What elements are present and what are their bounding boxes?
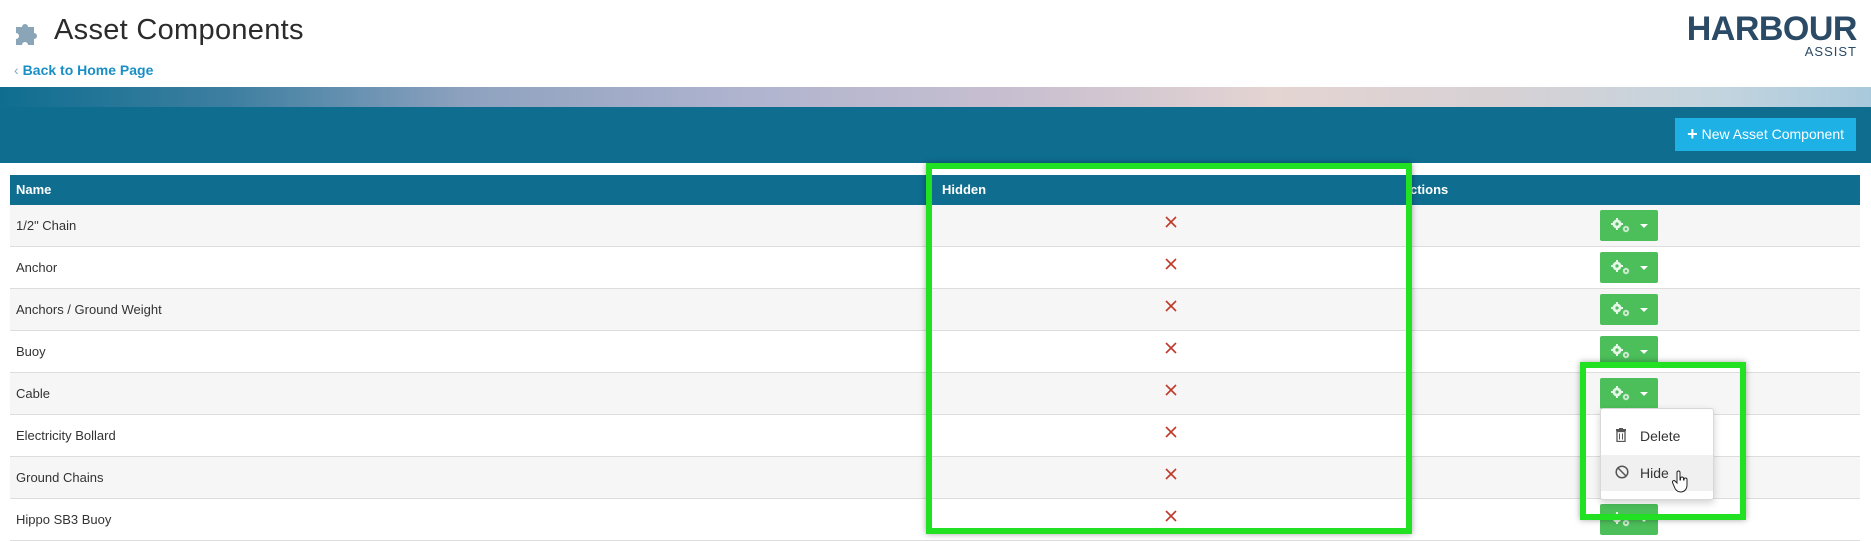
new-asset-component-button[interactable]: + New Asset Component xyxy=(1675,118,1856,151)
menu-item-hide[interactable]: Hide xyxy=(1601,455,1713,491)
table-row: Ground Chains xyxy=(10,457,1860,499)
x-mark-icon xyxy=(1164,215,1178,235)
table-body: 1/2" Chain Anchor Anchors / Ground Weight B… xyxy=(10,205,1860,541)
gears-icon xyxy=(1611,260,1630,275)
puzzle-icon xyxy=(16,24,37,45)
gears-icon xyxy=(1611,218,1630,233)
cell-name: Buoy xyxy=(16,344,46,359)
table-row: Anchor xyxy=(10,247,1860,289)
column-header-hidden[interactable]: Hidden xyxy=(942,175,986,205)
back-link-label: Back to Home Page xyxy=(22,62,154,78)
gears-icon xyxy=(1611,386,1630,401)
menu-item-delete-label: Delete xyxy=(1640,428,1681,444)
x-mark-icon xyxy=(1164,383,1178,403)
menu-item-hide-label: Hide xyxy=(1640,465,1669,481)
row-actions-button[interactable] xyxy=(1600,252,1658,283)
row-actions-button[interactable] xyxy=(1600,378,1658,409)
cell-name: Cable xyxy=(16,386,50,401)
row-actions-button[interactable] xyxy=(1600,210,1658,241)
actions-dropdown-menu: Delete Hide xyxy=(1600,408,1714,500)
table-row: Cable xyxy=(10,373,1860,415)
gears-icon xyxy=(1611,512,1630,527)
x-mark-icon xyxy=(1164,467,1178,487)
gradient-strip xyxy=(0,87,1871,107)
caret-down-icon xyxy=(1640,266,1648,270)
harbour-assist-logo: HARBOUR ASSIST xyxy=(1687,10,1858,59)
trash-icon xyxy=(1616,428,1626,442)
x-mark-icon xyxy=(1164,341,1178,361)
cell-name: Electricity Bollard xyxy=(16,428,116,443)
x-mark-icon xyxy=(1164,425,1178,445)
new-button-label: New Asset Component xyxy=(1701,126,1844,142)
row-actions-button[interactable] xyxy=(1600,336,1658,367)
cell-name: Anchor xyxy=(16,260,58,275)
page-header: Asset Components ‹ Back to Home Page HARB… xyxy=(0,0,1871,88)
caret-down-icon xyxy=(1640,224,1648,228)
x-mark-icon xyxy=(1164,299,1178,319)
toolbar: + New Asset Component xyxy=(0,107,1871,163)
logo-sub: ASSIST xyxy=(1804,44,1857,59)
x-mark-icon xyxy=(1164,257,1178,277)
gears-icon xyxy=(1611,344,1630,359)
row-actions-button[interactable] xyxy=(1600,294,1658,325)
cell-name: Anchors / Ground Weight xyxy=(16,302,162,317)
column-header-actions: ctions xyxy=(1410,182,1449,197)
table-row: Electricity Bollard xyxy=(10,415,1860,457)
caret-down-icon xyxy=(1640,518,1648,522)
page-title: Asset Components xyxy=(54,14,304,46)
ban-icon xyxy=(1615,465,1629,479)
caret-down-icon xyxy=(1640,392,1648,396)
x-mark-icon xyxy=(1164,509,1178,529)
column-header-name[interactable]: Name xyxy=(16,175,51,205)
asset-components-table: Name Hidden ctions 1/2" Chain Anchor Ancho… xyxy=(10,175,1860,541)
cell-name: Ground Chains xyxy=(16,470,104,485)
caret-down-icon xyxy=(1640,350,1648,354)
caret-down-icon xyxy=(1640,308,1648,312)
row-actions-button[interactable] xyxy=(1600,504,1658,535)
table-header: Name Hidden ctions xyxy=(10,175,1860,205)
gears-icon xyxy=(1611,302,1630,317)
menu-item-delete[interactable]: Delete xyxy=(1601,418,1713,454)
hand-pointer-icon xyxy=(1672,470,1688,493)
table-row: Hippo SB3 Buoy xyxy=(10,499,1860,541)
plus-icon: + xyxy=(1687,124,1698,144)
table-row: Buoy xyxy=(10,331,1860,373)
table-row: Anchors / Ground Weight xyxy=(10,289,1860,331)
back-to-home-link[interactable]: ‹ Back to Home Page xyxy=(14,62,153,78)
table-row: 1/2" Chain xyxy=(10,205,1860,247)
cell-name: 1/2" Chain xyxy=(16,218,77,233)
chevron-left-icon: ‹ xyxy=(14,62,19,78)
